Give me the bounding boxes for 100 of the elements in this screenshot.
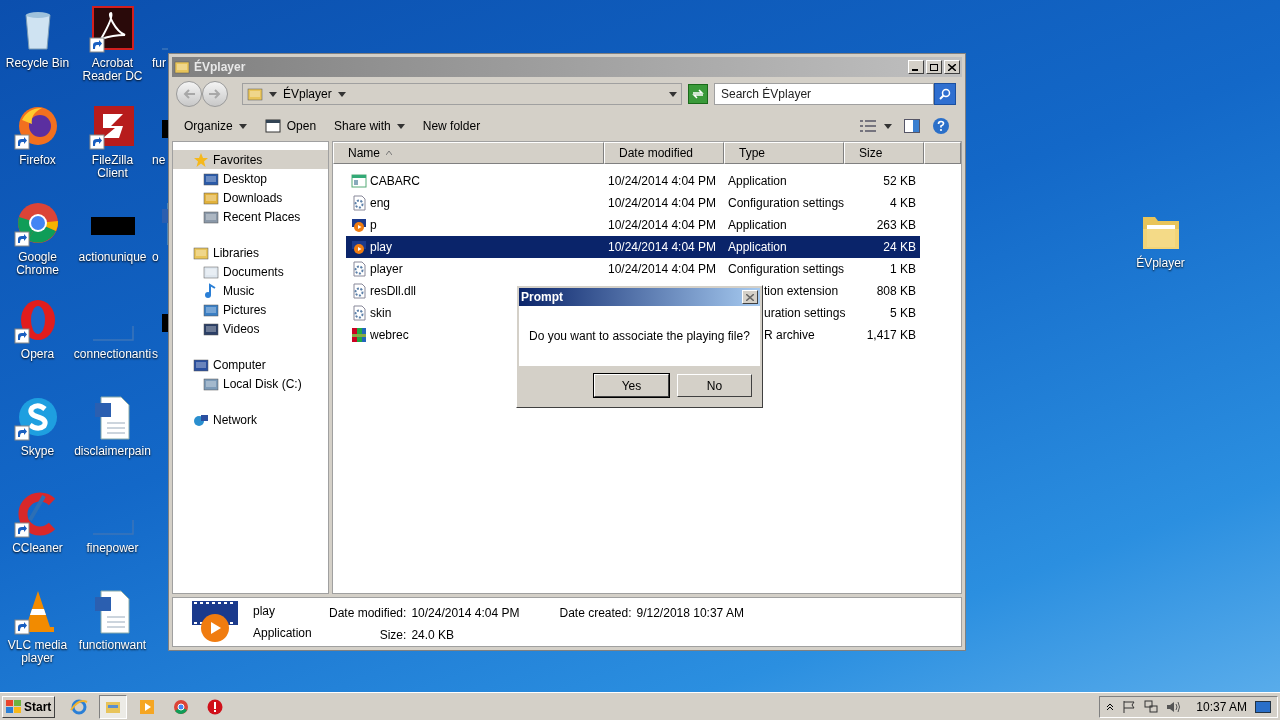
refresh-button[interactable] (688, 84, 708, 104)
list-view-icon (860, 119, 876, 133)
nav-item[interactable]: Videos (173, 319, 328, 338)
minimize-button[interactable] (908, 60, 924, 74)
date-cell: 10/24/2014 4:04 PM (608, 262, 717, 276)
file-row[interactable]: player 10/24/2014 4:04 PM Configuration settings 1 KB (346, 258, 920, 280)
column-header[interactable]: Size (844, 142, 924, 164)
desktop-app-icon[interactable] (88, 5, 137, 53)
close-button[interactable] (944, 60, 960, 74)
dialog-message: Do you want to associate the playing file? (529, 328, 750, 345)
gear-file-icon (351, 195, 367, 211)
details-label: Date modified: (329, 605, 407, 622)
column-header[interactable]: Type (724, 142, 844, 164)
nav-item[interactable]: Downloads (173, 188, 328, 207)
file-name: player (370, 261, 403, 278)
caret-icon (238, 123, 247, 129)
desktop-icon-label: fur (151, 57, 166, 70)
details-type: Application (253, 625, 313, 642)
file-name[interactable]: resDll.dll (370, 282, 416, 300)
caret-icon (337, 91, 346, 97)
back-arrow-icon (183, 89, 195, 99)
file-row[interactable]: CABARC 10/24/2014 4:04 PM Application 52 KB (346, 170, 920, 192)
size-cell-text: 1 KB (890, 261, 916, 278)
file-row[interactable]: p 10/24/2014 4:04 PM Application 263 KB (346, 214, 920, 236)
nav-item[interactable]: Music (173, 281, 328, 300)
desktop-icon-label: Firefox (19, 154, 56, 167)
search-button[interactable] (934, 83, 956, 105)
date-cell: 10/24/2014 4:04 PM (608, 196, 717, 210)
desktop-icon-label: disclaimerpain (74, 445, 151, 458)
preview-pane-button[interactable] (904, 119, 920, 133)
desktop-icon-label: ne (151, 154, 166, 167)
type-cell: Configuration settings (728, 196, 845, 210)
close-icon (746, 293, 754, 301)
browser-icon (70, 697, 89, 716)
desktop-icon-label: Acrobat Reader DC (81, 57, 144, 83)
search-field[interactable]: Search ÉVplayer (714, 83, 934, 105)
type-cell: uration settings (764, 306, 846, 320)
view-options-button[interactable] (860, 119, 892, 133)
refresh-icon (692, 89, 704, 99)
toolbar-button[interactable]: New folder (422, 115, 481, 137)
dialog-button[interactable]: Yes (594, 374, 669, 397)
details-name: play (253, 603, 276, 620)
nav-item[interactable]: Network (173, 410, 328, 429)
toolbar-button[interactable]: Share with (334, 115, 405, 137)
nav-item[interactable]: Pictures (173, 300, 328, 319)
nav-item[interactable]: Documents (173, 262, 328, 281)
toolbar-button[interactable]: Organize (184, 115, 247, 137)
size-cell-text: 5 KB (890, 305, 916, 322)
column-header[interactable]: Name (333, 142, 604, 164)
date-cell: 10/24/2014 4:04 PM (608, 218, 717, 232)
desktop-icon-label: Recycle Bin (5, 57, 70, 70)
details-value: 9/12/2018 10:37 AM (636, 605, 744, 622)
type-cell: Application (728, 218, 787, 232)
file-name[interactable]: webrec (370, 326, 409, 344)
nav-item[interactable]: Local Disk (C:) (173, 374, 328, 393)
chevron-up-icon (1106, 702, 1115, 711)
address-bar[interactable]: ÉVplayer (242, 83, 682, 105)
nav-item[interactable]: Recent Places (173, 207, 328, 226)
nav-item[interactable]: Computer (173, 355, 328, 374)
nav-item[interactable]: Desktop (173, 169, 328, 188)
file-name: eng (370, 195, 391, 212)
desktop-icon-label: functionwant (78, 639, 147, 652)
monitor-icon (1255, 699, 1271, 714)
forward-arrow-icon (209, 89, 221, 99)
desktop-icon-label: ÉVplayer (1136, 257, 1185, 270)
dialog-title: Prompt (521, 289, 563, 306)
column-header[interactable]: Date modified (604, 142, 724, 164)
nav-item[interactable]: Favorites (173, 150, 328, 169)
caret-icon (669, 91, 677, 97)
desktop-icon-label: s (151, 348, 158, 361)
desktop-icon-label: connectionanti (73, 348, 152, 361)
file-row[interactable]: eng 10/24/2014 4:04 PM Configuration settings 4 KB (346, 192, 920, 214)
toolbar-button[interactable]: Open (264, 115, 317, 137)
caret-icon (396, 123, 405, 129)
desktop-icon-label: finepower (86, 542, 139, 555)
details-label: Size: (378, 627, 407, 644)
date-cell: 10/24/2014 4:04 PM (608, 240, 717, 254)
gear-file-icon (351, 283, 367, 299)
file-name: play (370, 239, 392, 256)
film-play-icon (191, 600, 239, 644)
start-button[interactable]: Start (2, 695, 56, 718)
dialog-button[interactable]: No (677, 374, 752, 397)
search-icon (939, 88, 951, 100)
taskbar-app-button[interactable] (99, 694, 128, 719)
details-value: 24.0 KB (411, 627, 456, 644)
star-icon (193, 151, 209, 168)
window-title: ÉVplayer (194, 58, 246, 76)
file-row[interactable]: play 10/24/2014 4:04 PM Application 24 KB (346, 236, 920, 258)
help-button[interactable] (932, 117, 950, 135)
desktop-icon-label: Skype (20, 445, 55, 458)
desktop-icon-label: FileZilla Client (90, 154, 135, 180)
nav-item[interactable]: Libraries (173, 243, 328, 262)
desktop-icon-label: CCleaner (12, 542, 63, 555)
size-cell-text: 24 KB (883, 239, 916, 256)
file-name[interactable]: skin (370, 304, 392, 322)
close-button[interactable] (742, 290, 758, 304)
maximize-button[interactable] (926, 60, 942, 74)
type-cell: Configuration settings (728, 262, 845, 276)
size-cell-text: 52 KB (883, 173, 916, 190)
close-icon (948, 63, 956, 71)
